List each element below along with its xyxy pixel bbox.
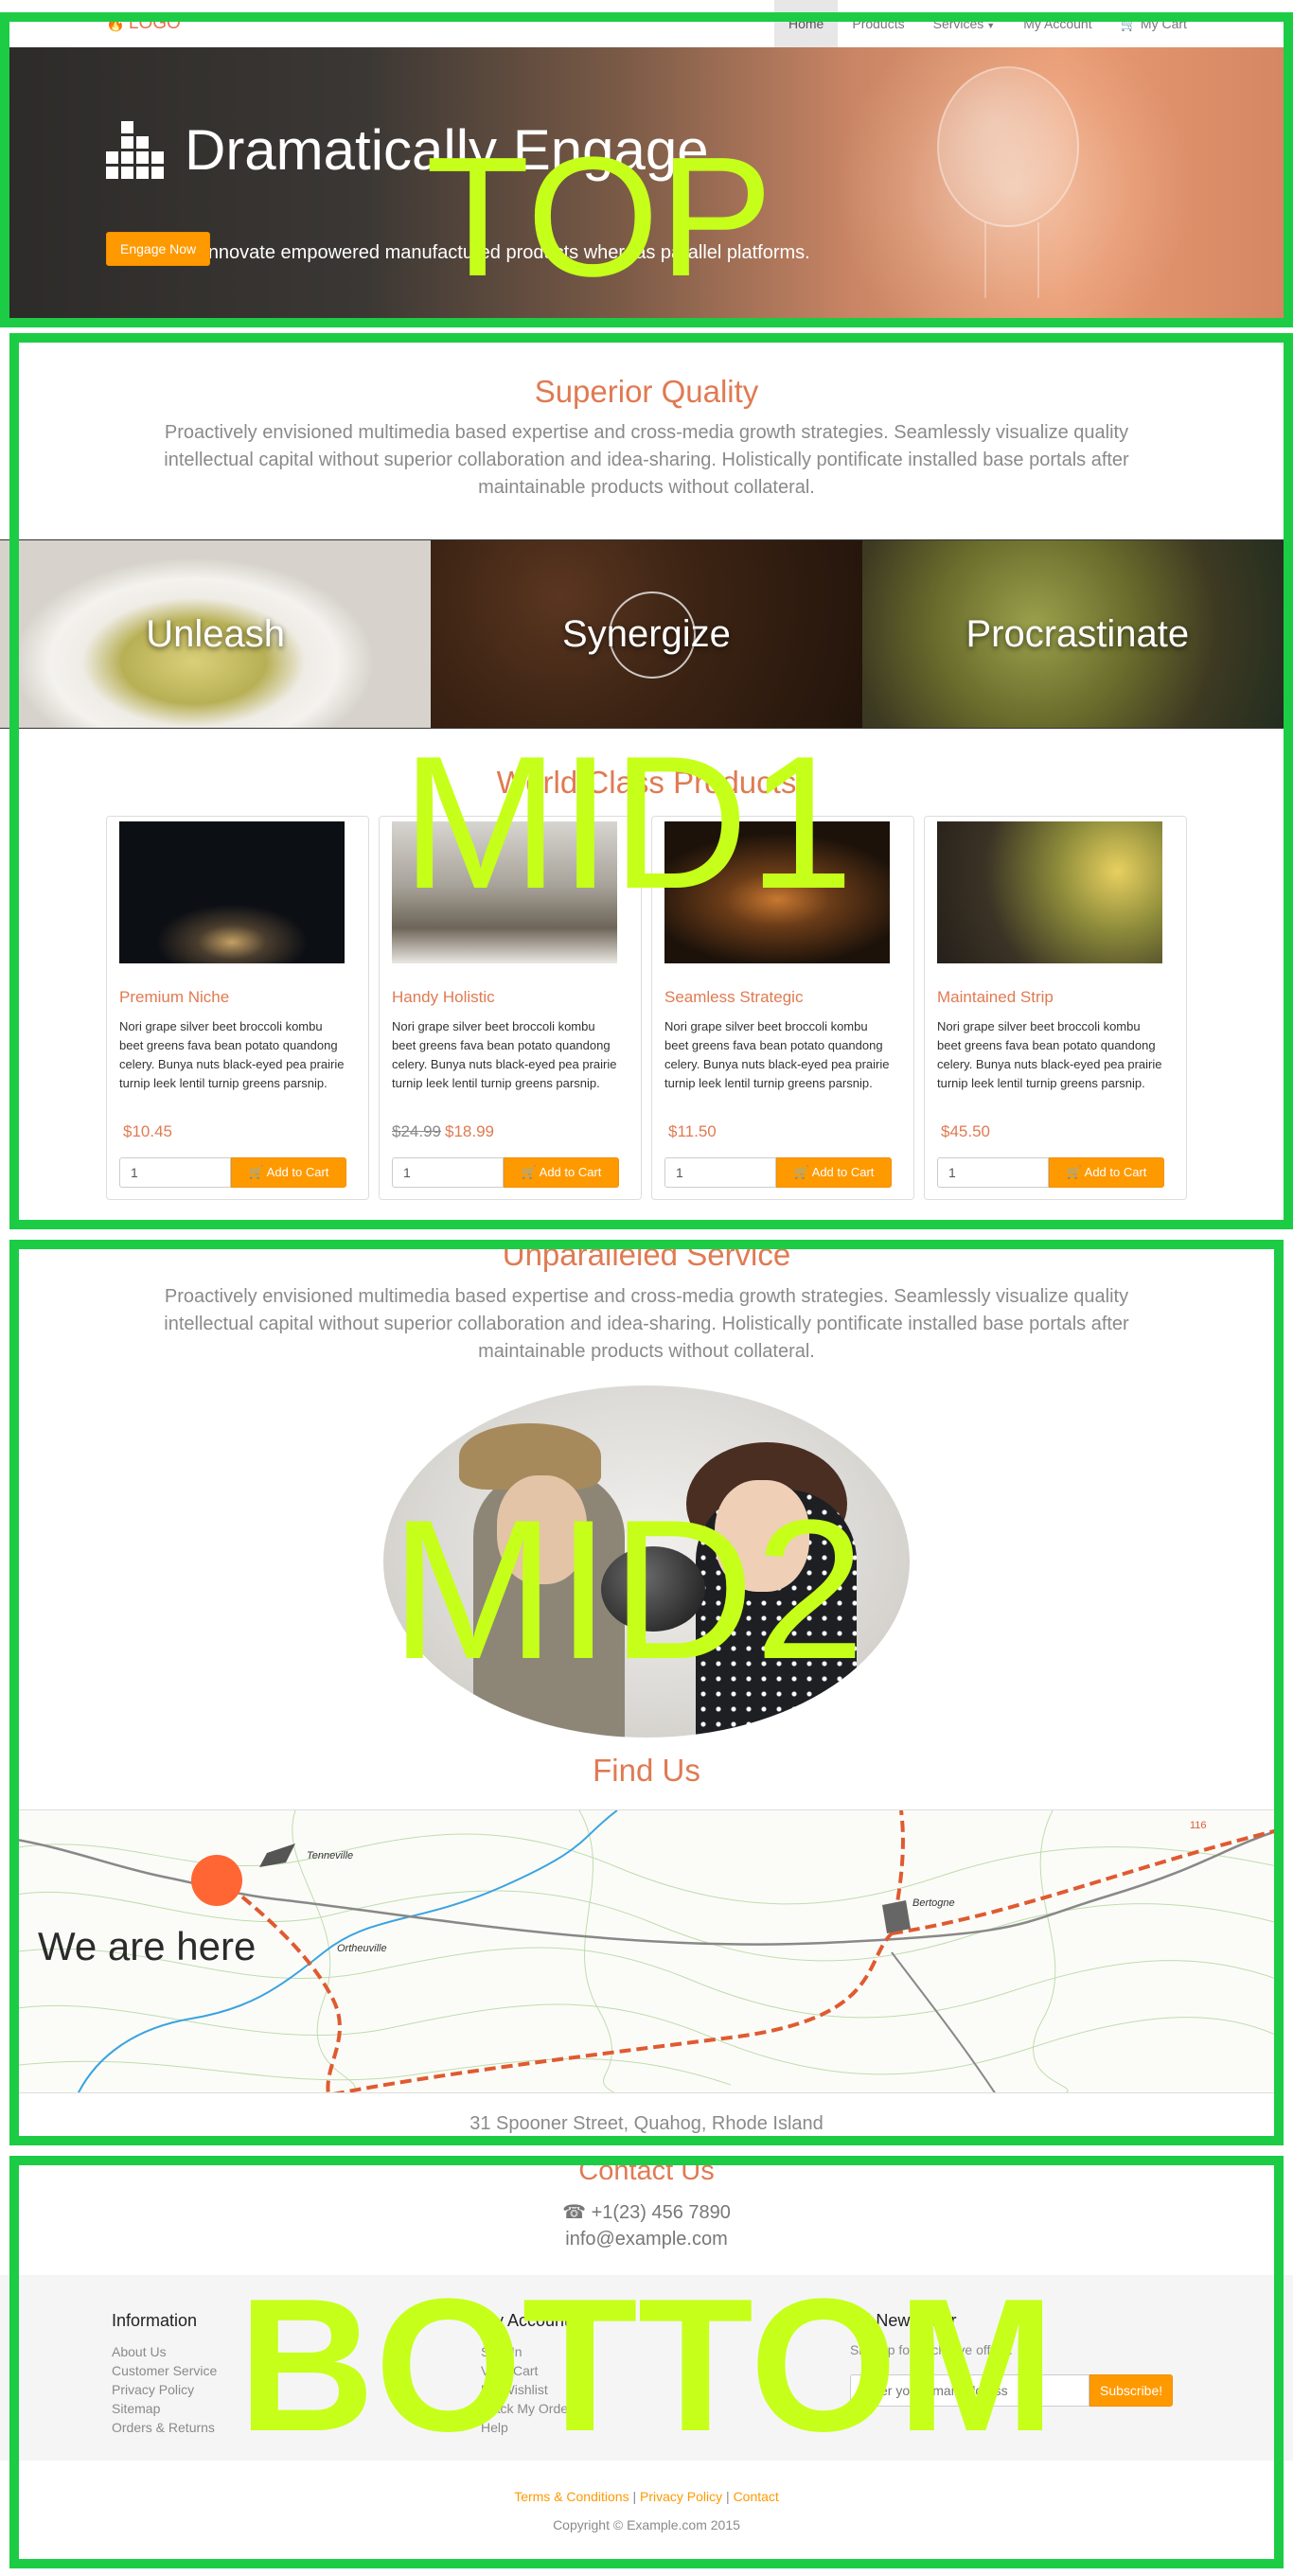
region-label-mid1: MID1 <box>401 717 854 928</box>
region-label-mid2: MID2 <box>390 1478 865 1701</box>
region-label-top: TOP <box>425 122 773 312</box>
region-label-bottom: BOTTOM <box>238 2260 1055 2471</box>
